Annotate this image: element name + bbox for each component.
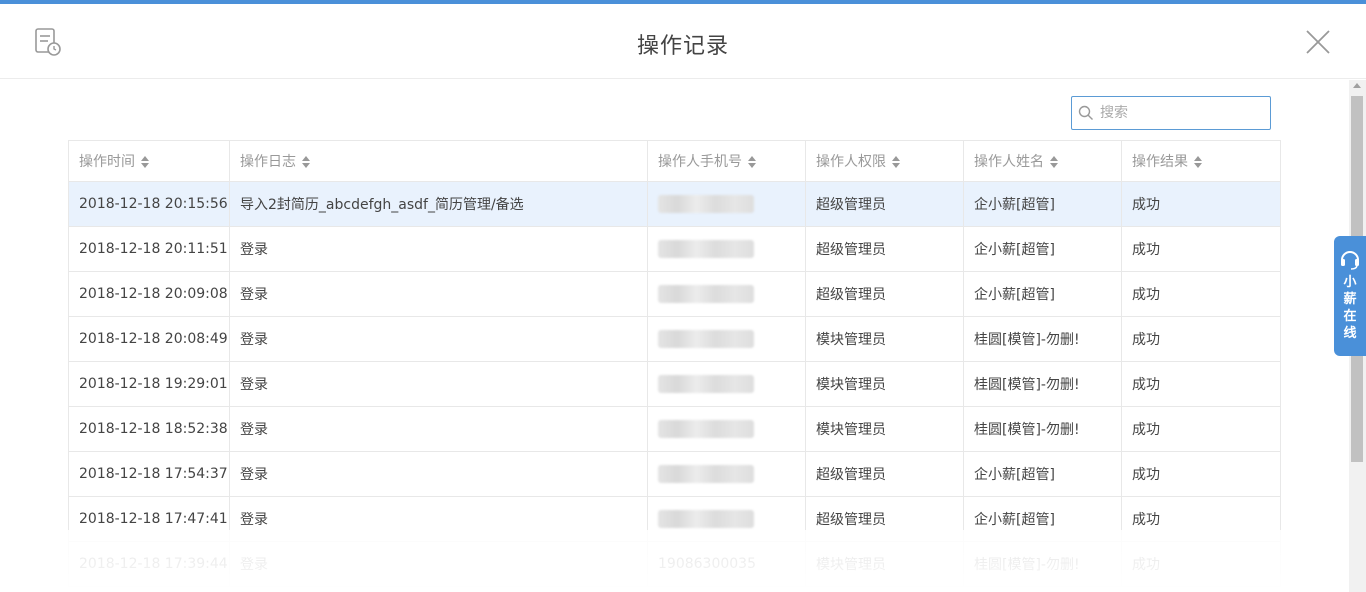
online-help-button[interactable]: 小薪在线: [1334, 236, 1366, 356]
cell-log: 登录: [229, 271, 648, 317]
cell-name: 企小薪[超管]: [963, 226, 1122, 272]
dialog-header: 操作记录: [0, 4, 1366, 79]
sort-icon[interactable]: [892, 156, 900, 168]
cell-role: 超级管理员: [805, 181, 964, 227]
cell-name: 企小薪[超管]: [963, 181, 1122, 227]
cell-role: 超级管理员: [805, 226, 964, 272]
cell-name: 企小薪[超管]: [963, 496, 1122, 542]
cell-log: 登录: [229, 496, 648, 542]
column-header-log[interactable]: 操作日志: [229, 140, 648, 182]
cell-log: 登录: [229, 361, 648, 407]
cell-log: 导入2封简历_abcdefgh_asdf_简历管理/备选: [229, 181, 648, 227]
column-header-result[interactable]: 操作结果: [1121, 140, 1281, 182]
cell-time: 2018-12-18 20:08:49: [68, 316, 230, 362]
cell-time: 2018-12-18 18:52:38: [68, 406, 230, 452]
column-header-time[interactable]: 操作时间: [68, 140, 230, 182]
phone-redacted: [658, 375, 754, 393]
column-header-name[interactable]: 操作人姓名: [963, 140, 1122, 182]
table-row[interactable]: 2018-12-18 17:54:37 登录 超级管理员 企小薪[超管] 成功: [68, 451, 1281, 497]
cell-phone: [647, 181, 806, 227]
cell-phone: [647, 451, 806, 497]
search-box[interactable]: [1071, 96, 1271, 130]
table-row[interactable]: 2018-12-18 20:11:51 登录 超级管理员 企小薪[超管] 成功: [68, 226, 1281, 272]
cell-name: 桂圆[模管]-勿删!: [963, 361, 1122, 407]
cell-time: 2018-12-18 19:29:01: [68, 361, 230, 407]
cell-name: 桂圆[模管]-勿删!: [963, 316, 1122, 362]
table-row[interactable]: 2018-12-18 20:15:56 导入2封简历_abcdefgh_asdf…: [68, 181, 1281, 227]
cell-name: 企小薪[超管]: [963, 271, 1122, 317]
cell-role: 超级管理员: [805, 496, 964, 542]
sort-icon[interactable]: [141, 156, 149, 168]
phone-redacted: [658, 510, 754, 528]
cell-result: 成功: [1121, 361, 1281, 407]
cell-time: 2018-12-18 20:15:56: [68, 181, 230, 227]
search-icon: [1078, 105, 1093, 120]
cell-name: 桂圆[模管]-勿删!: [963, 541, 1122, 587]
close-icon[interactable]: [1304, 28, 1332, 56]
sort-icon[interactable]: [748, 156, 756, 168]
cell-name: 桂圆[模管]-勿删!: [963, 406, 1122, 452]
table-header-row: 操作时间 操作日志 操作人手机号 操作人权限 操作人姓名 操作结果: [68, 140, 1281, 182]
table-row[interactable]: 2018-12-18 17:47:41 登录 超级管理员 企小薪[超管] 成功: [68, 496, 1281, 542]
sort-icon[interactable]: [302, 156, 310, 168]
phone-redacted: [658, 285, 754, 303]
dialog-title: 操作记录: [636, 34, 729, 59]
cell-role: 模块管理员: [805, 541, 964, 587]
table-row[interactable]: 2018-12-18 17:39:44 登录 19086300035 模块管理员…: [68, 541, 1281, 587]
cell-phone: [647, 361, 806, 407]
scroll-up-arrow-icon[interactable]: [1353, 83, 1361, 88]
cell-time: 2018-12-18 17:39:44: [68, 541, 230, 587]
cell-result: 成功: [1121, 541, 1281, 587]
table-row[interactable]: 2018-12-18 20:09:08 登录 超级管理员 企小薪[超管] 成功: [68, 271, 1281, 317]
cell-log: 登录: [229, 541, 648, 587]
cell-name: 企小薪[超管]: [963, 451, 1122, 497]
column-header-role[interactable]: 操作人权限: [805, 140, 964, 182]
cell-phone: [647, 316, 806, 362]
cell-result: 成功: [1121, 226, 1281, 272]
headset-icon: [1341, 251, 1359, 270]
sort-icon[interactable]: [1194, 156, 1202, 168]
cell-time: 2018-12-18 17:47:41: [68, 496, 230, 542]
search-input[interactable]: [1100, 97, 1268, 129]
cell-phone: [647, 406, 806, 452]
cell-result: 成功: [1121, 316, 1281, 362]
phone-redacted: [658, 420, 754, 438]
cell-phone: 19086300035: [647, 541, 806, 587]
table-row[interactable]: 2018-12-18 18:52:38 登录 模块管理员 桂圆[模管]-勿删! …: [68, 406, 1281, 452]
online-help-label: 小薪在线: [1343, 275, 1357, 341]
cell-phone: [647, 226, 806, 272]
column-header-phone[interactable]: 操作人手机号: [647, 140, 806, 182]
cell-log: 登录: [229, 226, 648, 272]
phone-redacted: [658, 330, 754, 348]
phone-redacted: [658, 195, 754, 213]
phone-redacted: [658, 240, 754, 258]
sort-icon[interactable]: [1050, 156, 1058, 168]
cell-role: 模块管理员: [805, 361, 964, 407]
cell-result: 成功: [1121, 496, 1281, 542]
cell-role: 模块管理员: [805, 316, 964, 362]
cell-log: 登录: [229, 406, 648, 452]
cell-result: 成功: [1121, 271, 1281, 317]
cell-log: 登录: [229, 316, 648, 362]
table-row[interactable]: 2018-12-18 19:29:01 登录 模块管理员 桂圆[模管]-勿删! …: [68, 361, 1281, 407]
operation-log-table: 操作时间 操作日志 操作人手机号 操作人权限 操作人姓名 操作结果 2018-1…: [68, 140, 1281, 587]
cell-phone: [647, 496, 806, 542]
cell-result: 成功: [1121, 451, 1281, 497]
cell-result: 成功: [1121, 181, 1281, 227]
cell-log: 登录: [229, 451, 648, 497]
cell-result: 成功: [1121, 406, 1281, 452]
phone-redacted: [658, 465, 754, 483]
cell-phone: [647, 271, 806, 317]
cell-role: 模块管理员: [805, 406, 964, 452]
cell-time: 2018-12-18 20:11:51: [68, 226, 230, 272]
cell-time: 2018-12-18 20:09:08: [68, 271, 230, 317]
cell-role: 超级管理员: [805, 451, 964, 497]
cell-role: 超级管理员: [805, 271, 964, 317]
cell-time: 2018-12-18 17:54:37: [68, 451, 230, 497]
table-row[interactable]: 2018-12-18 20:08:49 登录 模块管理员 桂圆[模管]-勿删! …: [68, 316, 1281, 362]
